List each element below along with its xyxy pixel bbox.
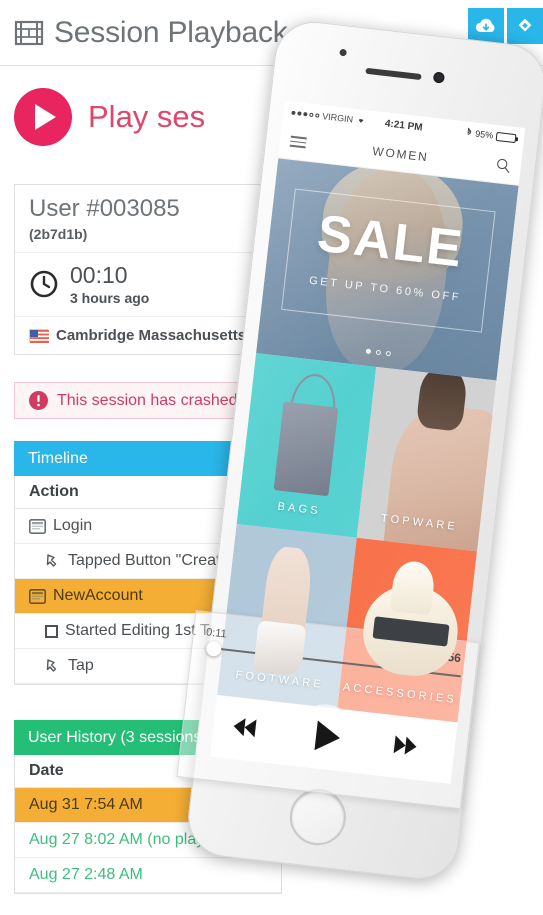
- rewind-button[interactable]: [219, 701, 271, 753]
- user-id-label: User #003085: [29, 195, 180, 222]
- timeline-row-label: Login: [53, 517, 93, 534]
- history-date: Aug 31 7:54 AM: [29, 796, 143, 813]
- play-session-button[interactable]: [14, 88, 72, 146]
- phone-body: VIRGIN 4:21 PM 95% WOMEN SALE GET UP TO …: [176, 17, 543, 883]
- hero-sale-banner[interactable]: SALE GET UP TO 60% OFF: [256, 158, 519, 381]
- user-hash-label: (2b7d1b): [29, 225, 88, 242]
- proximity-sensor-icon: [339, 48, 347, 57]
- share-icon[interactable]: [507, 8, 543, 44]
- timeline-row-label: Tap: [68, 657, 94, 674]
- user-section: User #003085 (2b7d1b): [15, 185, 281, 252]
- category-label: TOPWARE: [380, 512, 459, 534]
- front-camera-icon: [432, 71, 445, 84]
- us-flag-icon: [29, 328, 49, 343]
- alert-circle-icon: [29, 391, 48, 410]
- screen-icon: [29, 518, 46, 534]
- timeline-row-label: NewAccount: [53, 587, 143, 604]
- page-title: Session Playback: [54, 15, 288, 49]
- play-session-label: Play ses: [88, 99, 206, 134]
- history-date: Aug 27 2:48 AM: [29, 866, 143, 883]
- playback-buttons: [180, 689, 469, 785]
- play-icon: [35, 104, 56, 130]
- playback-current-time: 0:11: [205, 626, 228, 641]
- fast-forward-icon: [393, 735, 418, 756]
- crash-message: This session has crashed: [57, 391, 238, 409]
- session-info-card: User #003085 (2b7d1b) 00:10 3 hours ago: [14, 184, 293, 355]
- header-actions: [468, 8, 543, 44]
- hat-crown-shape: [389, 559, 437, 616]
- textfield-icon: [45, 624, 58, 638]
- playback-scrubber-handle[interactable]: [205, 640, 223, 658]
- phone-mockup: VIRGIN 4:21 PM 95% WOMEN SALE GET UP TO …: [176, 17, 543, 915]
- tap-icon: [45, 553, 61, 570]
- film-strip-icon: [14, 18, 44, 48]
- fast-forward-button[interactable]: [380, 720, 432, 772]
- category-tile-topware[interactable]: TOPWARE: [356, 366, 497, 552]
- earpiece-speaker: [365, 67, 422, 81]
- duration-section: 00:10 3 hours ago: [15, 251, 281, 316]
- session-playback-page: Session Playback Play ses User #003085 (…: [0, 0, 543, 915]
- play-pause-button[interactable]: [289, 701, 361, 772]
- rewind-icon: [232, 717, 257, 738]
- category-label: BAGS: [276, 500, 322, 518]
- play-icon: [313, 720, 342, 753]
- session-location: Cambridge Massachusetts: [56, 326, 247, 344]
- tap-icon: [45, 658, 61, 675]
- screen-icon: [29, 588, 46, 604]
- session-relative-time: 3 hours ago: [70, 289, 150, 306]
- cloud-download-icon[interactable]: [468, 8, 504, 44]
- clock-icon: [29, 269, 59, 299]
- session-duration: 00:10: [70, 261, 128, 288]
- play-session-row[interactable]: Play ses: [14, 88, 205, 146]
- category-tile-bags[interactable]: BAGS: [236, 353, 377, 538]
